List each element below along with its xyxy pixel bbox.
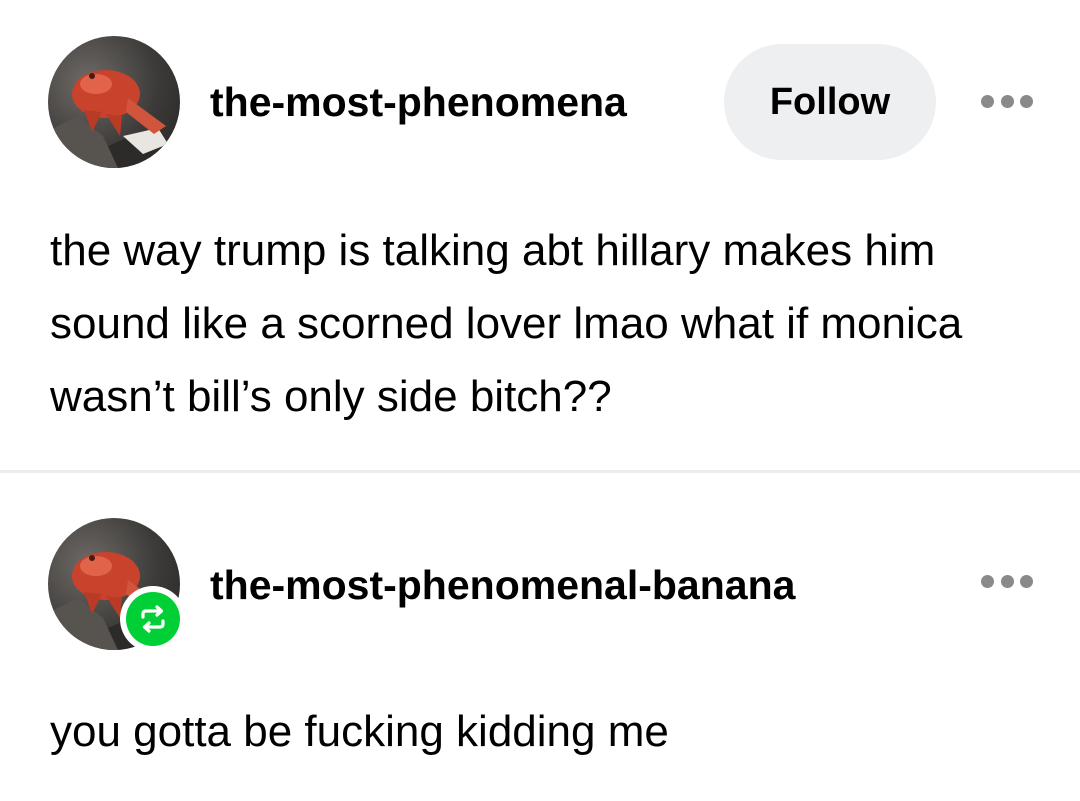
more-options-icon[interactable] (981, 91, 1033, 111)
follow-button[interactable]: Follow (724, 44, 936, 160)
reblog-username[interactable]: the-most-phenomenal-banana (210, 561, 890, 609)
post-username[interactable]: the-most-phenomena (210, 78, 696, 126)
red-fish-avatar-icon (48, 70, 180, 168)
reblog-icon (141, 605, 165, 633)
dot (1000, 574, 1014, 588)
post-original: the-most-phenomena Follow the way trump … (0, 0, 1080, 470)
more-options-icon[interactable] (981, 571, 1033, 591)
dot (1020, 94, 1033, 108)
reblog-text: you gotta be fucking kidding me (50, 707, 669, 756)
divider (0, 470, 1080, 473)
dot (981, 574, 994, 588)
dot (981, 94, 994, 108)
dot (1020, 574, 1033, 588)
post-text: the way trump is talking abt hillary mak… (50, 226, 963, 421)
reblog-badge (120, 586, 186, 652)
dot (1000, 94, 1014, 108)
avatar[interactable] (48, 36, 180, 168)
